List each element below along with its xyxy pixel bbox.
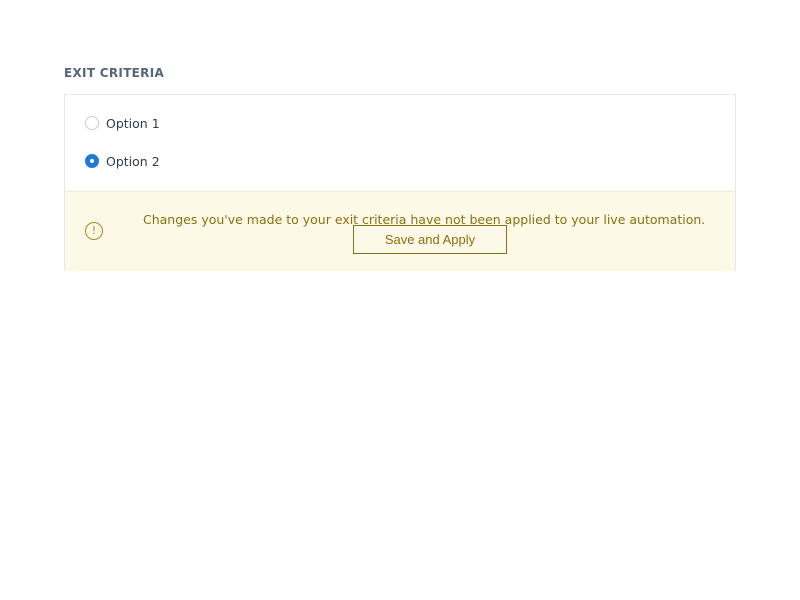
section-title: EXIT CRITERIA bbox=[64, 66, 165, 80]
exclamation-circle-icon: ! bbox=[85, 222, 103, 240]
save-and-apply-button[interactable]: Save and Apply bbox=[353, 225, 507, 254]
radio-button-option-1[interactable] bbox=[85, 116, 99, 130]
radio-option-2[interactable]: Option 2 bbox=[85, 152, 160, 170]
radio-option-1[interactable]: Option 1 bbox=[85, 114, 160, 132]
radio-label-option-2: Option 2 bbox=[106, 153, 160, 169]
exit-criteria-panel: Option 1 Option 2 ! Changes you've made … bbox=[64, 94, 736, 271]
unsaved-changes-notice: ! Changes you've made to your exit crite… bbox=[65, 191, 735, 271]
radio-button-option-2[interactable] bbox=[85, 154, 99, 168]
radio-label-option-1: Option 1 bbox=[106, 115, 160, 131]
